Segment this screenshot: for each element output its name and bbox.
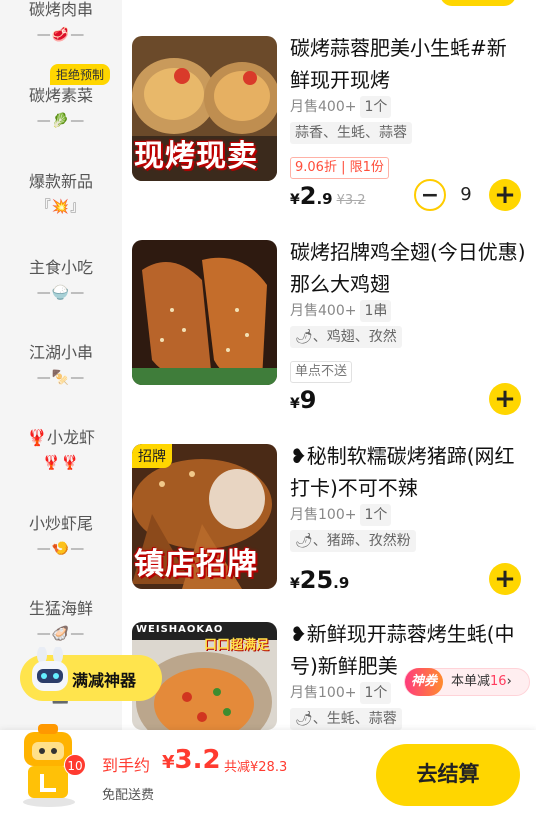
product-image[interactable]: 招牌 镇店招牌 — [132, 444, 277, 589]
sidebar-item-small-skewers[interactable]: 江湖小串 —🍢— — [0, 343, 122, 389]
product-item: 招牌 镇店招牌 ❥秘制软糯碳烤猪蹄(网红打卡)不可不辣 月售100+ 1个 🌶、猪… — [132, 444, 536, 634]
discount-badge: 9.06折 | 限1份 — [290, 157, 389, 179]
product-price: ¥25.9 — [290, 566, 349, 594]
currency-symbol: ¥ — [290, 396, 300, 412]
app-root: 碳烤肉串 —🥩— 拒绝预制 碳烤素菜 —🥬— 爆款新品 『💥』 主食小吃 —🍚—… — [0, 0, 536, 822]
currency-symbol: ¥ — [162, 752, 175, 773]
add-button[interactable]: + — [489, 179, 521, 211]
sales-count: 月售400+ — [290, 303, 357, 319]
ingredient-tags: 🌶、鸡翅、孜然 — [290, 326, 402, 348]
product-sales: 月售400+ 1串 — [290, 300, 392, 322]
image-overlay-text: 镇店招牌 — [134, 547, 258, 582]
crayfish-icon: 🦞🦞 — [42, 455, 80, 471]
sidebar-item-label: 小炒虾尾 — [28, 514, 93, 533]
product-sales: 月售100+ 1个 — [290, 682, 392, 704]
category-sidebar: 碳烤肉串 —🥩— 拒绝预制 碳烤素菜 —🥬— 爆款新品 『💥』 主食小吃 —🍚—… — [0, 0, 122, 730]
ingredient-tags: 🌶、猪蹄、孜然粉 — [290, 530, 416, 552]
price-decimal: .9 — [316, 190, 333, 208]
original-price: ¥3.2 — [336, 193, 366, 208]
currency-symbol: ¥ — [290, 192, 300, 208]
unit-badge: 1个 — [360, 96, 392, 118]
sidebar-item-label: 碳烤素菜 — [28, 86, 93, 105]
explosion-icon: 『💥』 — [36, 199, 86, 215]
delivery-fee-label: 免配送费 — [102, 788, 155, 803]
product-price: ¥2.9 ¥3.2 — [290, 182, 366, 210]
product-image[interactable]: 现烤现卖 — [132, 36, 277, 181]
add-button[interactable]: + — [489, 563, 521, 595]
product-sales: 月售400+ 1个 — [290, 96, 392, 118]
currency-symbol: ¥ — [290, 576, 300, 592]
checkout-button[interactable]: 去结算 — [376, 744, 520, 806]
price-integer: 25 — [299, 566, 334, 594]
sidebar-item-label: 🦞小龙虾 — [27, 428, 95, 447]
coupon-text: 本单减16› — [451, 669, 512, 695]
sidebar-item-new-hits[interactable]: 爆款新品 『💥』 — [0, 172, 122, 218]
chevron-right-icon: › — [506, 674, 512, 689]
shrimp-icon: —🍤— — [36, 541, 86, 557]
decrease-quantity-button[interactable]: − — [414, 179, 446, 211]
signature-tag: 招牌 — [132, 444, 172, 468]
sidebar-item-staple-snacks[interactable]: 主食小吃 —🍚— — [0, 258, 122, 304]
unit-badge: 1个 — [360, 504, 392, 526]
price-integer: 2 — [299, 182, 317, 210]
discount-helper-button[interactable]: 满减神器 — [20, 647, 162, 701]
coupon-tag: 神券 — [405, 668, 444, 696]
top-add-button-partial[interactable] — [440, 0, 516, 6]
sidebar-item-shrimp-tails[interactable]: 小炒虾尾 —🍤— — [0, 514, 122, 560]
meat-icon: —🥩— — [36, 27, 86, 43]
product-title: ❥秘制软糯碳烤猪蹄(网红打卡)不可不辣 — [290, 444, 515, 500]
sidebar-item-crayfish[interactable]: 🦞小龙虾 🦞🦞 — [0, 428, 122, 474]
product-title: 碳烤蒜蓉肥美小生蚝#新鲜现开现烤 — [290, 36, 507, 92]
promo-label: 满减神器 — [72, 671, 137, 690]
robot-mascot-icon — [32, 647, 68, 691]
product-item: 碳烤招牌鸡全翅(今日优惠)那么大鸡翅 月售400+ 1串 🌶、鸡翅、孜然 单点不送… — [132, 240, 536, 430]
image-overlay-text: 口口超满足 — [204, 638, 270, 653]
sidebar-item-label: 江湖小串 — [28, 343, 93, 362]
sidebar-item-label: 碳烤肉串 — [28, 0, 93, 19]
coupon-amount: 16 — [490, 674, 507, 689]
add-button[interactable]: + — [489, 383, 521, 415]
skewer-icon: —🍢— — [36, 370, 86, 386]
sidebar-item-label: 主食小吃 — [28, 258, 93, 277]
product-title: 碳烤招牌鸡全翅(今日优惠)那么大鸡翅 — [290, 240, 526, 296]
product-item: 现烤现卖 碳烤蒜蓉肥美小生蚝#新鲜现开现烤 月售400+ 1个 蒜香、生蚝、蒜蓉 … — [132, 36, 536, 226]
sales-count: 月售100+ — [290, 685, 357, 701]
chicken-wing-photo — [132, 240, 277, 385]
coupon-label: 本单减 — [451, 674, 491, 689]
total-saved: 共减¥28.3 — [224, 760, 288, 775]
product-image[interactable] — [132, 240, 277, 385]
product-sales: 月售100+ 1个 — [290, 504, 392, 526]
rice-bowl-icon: —🍚— — [36, 285, 86, 301]
product-price: ¥9 — [290, 386, 316, 414]
sidebar-item-seafood[interactable]: 生猛海鲜 —🦪— — [0, 599, 122, 645]
single-order-note: 单点不送 — [290, 361, 353, 383]
ingredient-tags: 蒜香、生蚝、蒜蓉 — [290, 122, 412, 144]
unit-badge: 1个 — [360, 682, 392, 704]
oyster-icon: —🦪— — [36, 626, 86, 642]
sidebar-item-label: 爆款新品 — [28, 172, 93, 191]
no-prefab-badge: 拒绝预制 — [50, 64, 111, 85]
coupon-recommend-pill[interactable]: 神券 本单减16› — [404, 668, 530, 696]
quantity-value: 9 — [460, 184, 472, 205]
vegetable-icon: —🥬— — [36, 113, 86, 129]
sales-count: 月售400+ — [290, 99, 357, 115]
unit-badge: 1串 — [360, 300, 392, 322]
price-integer: 9 — [299, 386, 317, 414]
total-label: 到手约 — [102, 756, 151, 775]
sidebar-item-carbon-veg[interactable]: 拒绝预制 碳烤素菜 —🥬— — [0, 64, 122, 132]
cart-count-badge: 10 — [64, 754, 86, 776]
total-value: 3.2 — [174, 745, 221, 775]
sales-count: 月售100+ — [290, 507, 357, 523]
sidebar-item-carbon-meat[interactable]: 碳烤肉串 —🥩— — [0, 0, 122, 46]
sidebar-item-label: 生猛海鲜 — [28, 599, 93, 618]
ingredient-tags: 🌶、生蚝、蒜蓉 — [290, 708, 402, 730]
price-decimal: .9 — [333, 574, 350, 592]
image-overlay-text: 现烤现卖 — [134, 139, 258, 174]
total-price: ¥3.2 — [162, 745, 221, 775]
